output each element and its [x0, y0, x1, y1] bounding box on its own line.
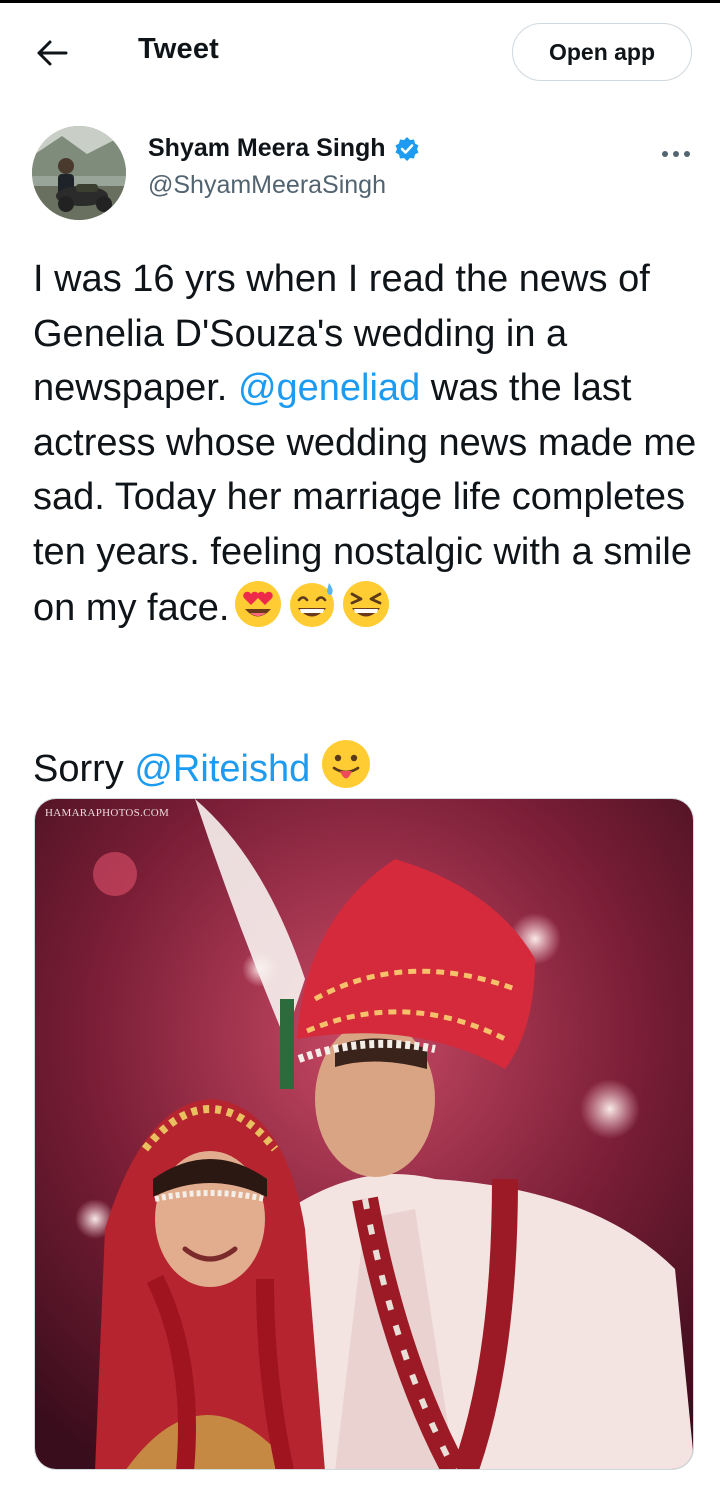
open-app-button[interactable]: Open app	[512, 23, 692, 81]
author-handle[interactable]: @ShyamMeeraSingh	[148, 171, 420, 200]
more-dot-icon	[662, 151, 668, 157]
grinning-sweat-emoji-icon	[290, 583, 335, 627]
back-arrow-icon	[37, 40, 68, 66]
laughing-squinting-emoji-icon	[343, 581, 390, 627]
avatar[interactable]	[32, 126, 126, 220]
page-title: Tweet	[138, 33, 220, 65]
display-name[interactable]: Shyam Meera Singh	[148, 134, 386, 163]
tweet-photo[interactable]: HAMARAPHOTOS.COM	[34, 798, 694, 1470]
avatar-photo	[32, 126, 126, 220]
tweet-author-row: Shyam Meera Singh @ShyamMeeraSingh	[0, 120, 720, 230]
tweet-text-second-paragraph: Sorry @Riteishd	[33, 738, 372, 796]
more-dot-icon	[673, 151, 679, 157]
sorry-text: Sorry	[33, 748, 124, 790]
author-names: Shyam Meera Singh @ShyamMeeraSingh	[148, 134, 420, 200]
heart-eyes-emoji-icon	[235, 581, 282, 627]
more-options-button[interactable]	[654, 142, 698, 166]
verified-badge-icon	[395, 136, 419, 161]
mention-link[interactable]: @Riteishd	[134, 748, 310, 790]
top-bar: Tweet Open app	[0, 3, 720, 99]
photo-watermark: HAMARAPHOTOS.COM	[45, 807, 170, 819]
mention-link[interactable]: @geneliad	[238, 367, 420, 409]
wedding-photo-image	[35, 799, 693, 1469]
more-dot-icon	[684, 151, 690, 157]
tweet-text: I was 16 yrs when I read the news of Gen…	[33, 252, 703, 636]
back-button[interactable]	[24, 29, 80, 77]
tongue-out-emoji-icon	[322, 740, 371, 788]
